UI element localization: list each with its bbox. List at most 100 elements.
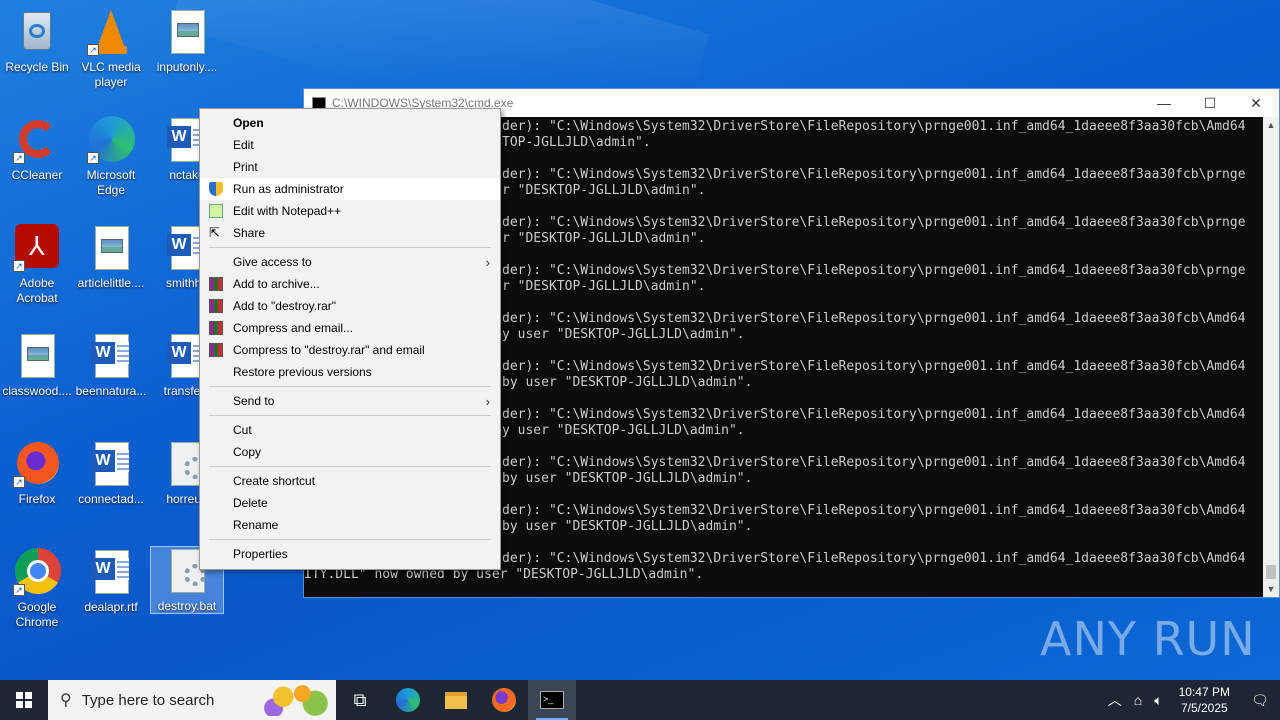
- clock-date: 7/5/2025: [1180, 701, 1228, 715]
- cmd-output-line: der): "C:\Windows\System32\DriverStore\F…: [502, 551, 1246, 566]
- menu-item-share[interactable]: ⇱ Share: [200, 222, 500, 244]
- start-button[interactable]: [0, 680, 48, 720]
- cmd-output-line: r "DESKTOP-JGLLJLD\admin".: [502, 183, 706, 198]
- menu-item-create-shortcut[interactable]: Create shortcut: [200, 470, 500, 492]
- menu-item-open[interactable]: Open: [200, 112, 500, 134]
- context-menu: Open Edit Print Run as administrator Edi…: [199, 108, 501, 570]
- task-view-icon: ⧉: [353, 689, 367, 710]
- scroll-up-icon[interactable]: ▲: [1263, 117, 1279, 133]
- cmd-output-line: y user "DESKTOP-JGLLJLD\admin".: [502, 423, 745, 438]
- vlc-icon: ↗: [87, 8, 135, 56]
- cmd-output-line: y user "DESKTOP-JGLLJLD\admin".: [502, 327, 745, 342]
- menu-item-label: Edit: [233, 138, 254, 152]
- speaker-icon[interactable]: 🔈︎: [1148, 692, 1168, 709]
- taskbar-edge-button[interactable]: [384, 680, 432, 720]
- system-tray: ︿ ⌂ 🔈︎ 10:47 PM 7/5/2025 🗨︎: [1102, 680, 1280, 720]
- menu-item-give-access-to[interactable]: Give access to ›: [200, 251, 500, 273]
- menu-item-rename[interactable]: Rename: [200, 514, 500, 536]
- desktop-icon-recycle-bin[interactable]: Recycle Bin: [0, 8, 74, 75]
- cmd-output-line: [502, 391, 1263, 407]
- menu-item-label: Restore previous versions: [233, 365, 372, 379]
- menu-item-edit[interactable]: Edit: [200, 134, 500, 156]
- desktop-icon-vlc[interactable]: ↗ VLC media player: [74, 8, 148, 90]
- desktop-icon-microsoft-edge[interactable]: ↗ Microsoft Edge: [74, 116, 148, 198]
- menu-item-compress-to-rar-and-email[interactable]: Compress to "destroy.rar" and email: [200, 339, 500, 361]
- menu-item-properties[interactable]: Properties: [200, 543, 500, 565]
- task-view-button[interactable]: ⧉: [336, 680, 384, 720]
- desktop-icon-adobe-acrobat[interactable]: ⅄ ↗ Adobe Acrobat: [0, 224, 74, 306]
- windows-logo-icon: [16, 692, 32, 708]
- menu-item-run-as-administrator[interactable]: Run as administrator: [200, 178, 500, 200]
- taskbar-firefox-button[interactable]: [480, 680, 528, 720]
- menu-item-compress-and-email[interactable]: Compress and email...: [200, 317, 500, 339]
- ccleaner-icon: ↗: [13, 116, 61, 164]
- network-icon[interactable]: ⌂: [1128, 692, 1148, 708]
- menu-item-label: Send to: [233, 394, 275, 408]
- desktop-icon-label: Firefox: [18, 492, 56, 506]
- minimize-icon[interactable]: —: [1141, 95, 1187, 112]
- cmd-output-line: der): "C:\Windows\System32\DriverStore\F…: [502, 407, 1246, 422]
- desktop: Recycle Bin ↗ CCleaner ⅄ ↗ Adobe Acrobat…: [0, 0, 1280, 680]
- maximize-icon[interactable]: ☐: [1187, 95, 1233, 112]
- cmd-output-line: der): "C:\Windows\System32\DriverStore\F…: [502, 359, 1246, 374]
- menu-item-copy[interactable]: Copy: [200, 441, 500, 463]
- desktop-icon-beennatura[interactable]: W beennatura...: [74, 332, 148, 399]
- firefox-icon: ↗: [13, 440, 61, 488]
- word-document-icon: W: [87, 548, 135, 596]
- cmd-output-line: TOP-JGLLJLD\admin".: [502, 135, 651, 150]
- menu-item-label: Compress and email...: [233, 321, 354, 335]
- desktop-icon-classwood[interactable]: classwood....: [0, 332, 74, 399]
- winrar-icon: [209, 277, 223, 291]
- share-icon: ⇱: [209, 225, 220, 240]
- desktop-icon-connectad[interactable]: W connectad...: [74, 440, 148, 507]
- desktop-icon-label: Google Chrome: [15, 600, 59, 629]
- menu-item-cut[interactable]: Cut: [200, 419, 500, 441]
- desktop-icon-label: classwood....: [2, 384, 72, 398]
- menu-item-edit-with-notepad[interactable]: Edit with Notepad++: [200, 200, 500, 222]
- cmd-output-line: r "DESKTOP-JGLLJLD\admin".: [502, 231, 706, 246]
- desktop-icon-ccleaner[interactable]: ↗ CCleaner: [0, 116, 74, 183]
- cmd-output-line: by user "DESKTOP-JGLLJLD\admin".: [502, 519, 753, 534]
- menu-item-restore-previous-versions[interactable]: Restore previous versions: [200, 361, 500, 383]
- desktop-icon-label: VLC media player: [81, 60, 141, 89]
- notification-icon[interactable]: 🗨︎: [1240, 692, 1280, 709]
- chevron-up-icon[interactable]: ︿: [1102, 690, 1128, 710]
- taskbar-search-box[interactable]: ⚲ Type here to search: [48, 680, 336, 720]
- word-document-icon: W: [87, 332, 135, 380]
- cmd-output-line: der): "C:\Windows\System32\DriverStore\F…: [502, 503, 1246, 518]
- menu-item-label: Give access to: [233, 255, 312, 269]
- menu-item-add-to-archive[interactable]: Add to archive...: [200, 273, 500, 295]
- desktop-icon-firefox[interactable]: ↗ Firefox: [0, 440, 74, 507]
- desktop-icon-articlelittle[interactable]: articlelittle....: [74, 224, 148, 291]
- menu-separator: [209, 539, 491, 540]
- cmd-output-line: [502, 439, 1263, 455]
- chevron-right-icon: ›: [485, 393, 490, 409]
- menu-item-delete[interactable]: Delete: [200, 492, 500, 514]
- taskbar-file-explorer-button[interactable]: [432, 680, 480, 720]
- search-placeholder: Type here to search: [81, 691, 215, 709]
- menu-item-label: Properties: [233, 547, 288, 561]
- scroll-thumb[interactable]: [1266, 565, 1276, 579]
- menu-item-add-to-destroy-rar[interactable]: Add to "destroy.rar": [200, 295, 500, 317]
- scroll-down-icon[interactable]: ▼: [1263, 581, 1279, 597]
- desktop-icon-inputonly[interactable]: inputonly....: [150, 8, 224, 75]
- menu-item-send-to[interactable]: Send to ›: [200, 390, 500, 412]
- adobe-acrobat-icon: ⅄ ↗: [13, 224, 61, 272]
- desktop-icon-google-chrome[interactable]: ↗ Google Chrome: [0, 548, 74, 630]
- taskbar: ⚲ Type here to search ⧉ >_ ︿ ⌂ 🔈︎ 10:47 …: [0, 680, 1280, 720]
- menu-separator: [209, 466, 491, 467]
- desktop-icon-label: CCleaner: [11, 168, 63, 182]
- terminal-icon: >_: [540, 691, 564, 709]
- taskbar-cmd-button[interactable]: >_: [528, 680, 576, 720]
- menu-separator: [209, 386, 491, 387]
- microsoft-edge-icon: ↗: [87, 116, 135, 164]
- image-file-icon: [163, 8, 211, 56]
- desktop-icon-dealapr[interactable]: W dealapr.rtf: [74, 548, 148, 615]
- cmd-scrollbar[interactable]: ▲ ▼: [1263, 117, 1279, 597]
- desktop-icon-label: Recycle Bin: [5, 60, 69, 74]
- menu-item-print[interactable]: Print: [200, 156, 500, 178]
- cmd-output-line: der): "C:\Windows\System32\DriverStore\F…: [502, 167, 1246, 182]
- microsoft-edge-icon: [396, 688, 420, 712]
- close-icon[interactable]: ✕: [1233, 95, 1279, 112]
- clock[interactable]: 10:47 PM 7/5/2025: [1169, 684, 1240, 716]
